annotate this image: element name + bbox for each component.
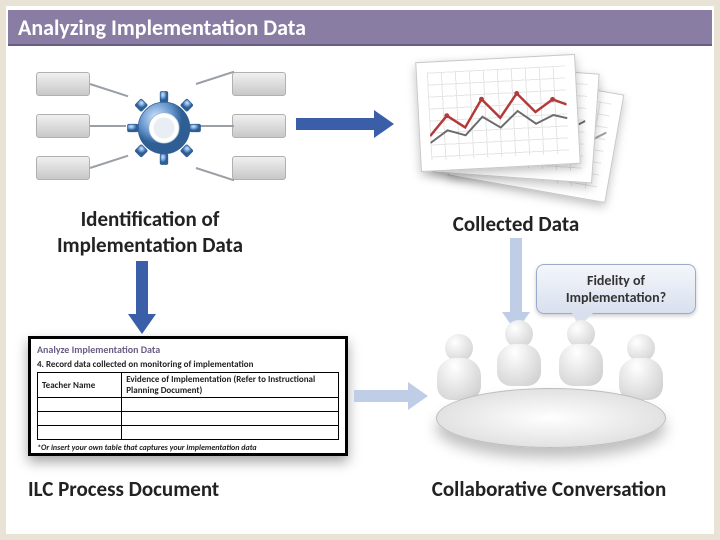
gear-diagram (36, 64, 286, 194)
caption-bottom-left: ILC Process Document (28, 476, 308, 502)
slide: Analyzing Implementation Data (0, 0, 720, 540)
arrow-right-icon (354, 390, 410, 402)
gear-output-node (232, 156, 286, 180)
gear-icon (126, 90, 202, 166)
caption-top-right: Collected Data (406, 211, 626, 237)
title-bar: Analyzing Implementation Data (8, 10, 712, 46)
doc-step: 4. Record data collected on monitoring o… (37, 359, 339, 370)
speech-bubble: Fidelity of Implementation? (536, 264, 696, 314)
doc-col2: Evidence of Implementation (Refer to Ins… (122, 373, 339, 398)
slide-title: Analyzing Implementation Data (18, 14, 306, 41)
caption-bottom-right: Collaborative Conversation (394, 476, 704, 502)
caption-top-left: Identification of Implementation Data (30, 206, 270, 258)
meeting-table (436, 388, 666, 448)
arrow-down-icon (510, 238, 522, 314)
doc-footnote: *Or insert your own table that captures … (37, 443, 339, 453)
doc-table: Teacher Name Evidence of Implementation … (37, 372, 339, 440)
chart-papers (406, 56, 636, 206)
gear-input-node (36, 72, 90, 96)
arrow-right-icon (296, 118, 376, 130)
arrow-down-icon (136, 261, 148, 316)
gear-output-node (232, 72, 286, 96)
bubble-text: Fidelity of Implementation? (537, 272, 695, 306)
gear-input-node (36, 156, 90, 180)
doc-heading: Analyze Implementation Data (37, 343, 339, 356)
gear-output-node (232, 114, 286, 138)
meeting-scene (426, 328, 676, 468)
process-document: Analyze Implementation Data 4. Record da… (28, 336, 348, 456)
gear-input-node (36, 114, 90, 138)
doc-col1: Teacher Name (38, 373, 122, 398)
